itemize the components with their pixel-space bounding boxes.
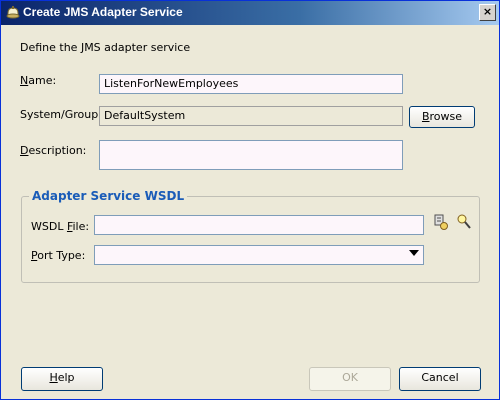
chevron-down-icon xyxy=(409,250,419,256)
name-input[interactable]: ListenForNewEmployees xyxy=(99,74,403,94)
name-label: Name: xyxy=(20,74,57,87)
service-registry-icon[interactable] xyxy=(433,213,449,230)
ok-button[interactable]: OK xyxy=(309,367,391,391)
help-button[interactable]: Help xyxy=(21,367,103,391)
wsdl-file-label: WSDL File: xyxy=(31,220,90,233)
dialog-window: Create JMS Adapter Service × Define the … xyxy=(0,0,500,400)
find-wsdl-icon[interactable] xyxy=(456,213,472,229)
close-button[interactable]: × xyxy=(479,4,496,21)
intro-text: Define the JMS adapter service xyxy=(20,41,191,54)
cancel-button[interactable]: Cancel xyxy=(399,367,481,391)
port-type-select[interactable] xyxy=(94,245,424,265)
description-input[interactable] xyxy=(99,140,403,170)
wsdl-group-title: Adapter Service WSDL xyxy=(29,189,188,203)
description-label: Description: xyxy=(20,144,87,157)
system-group-label: System/Group: xyxy=(20,108,102,121)
browse-button[interactable]: Browse xyxy=(409,106,475,128)
window-title: Create JMS Adapter Service xyxy=(23,5,183,19)
system-group-input[interactable]: DefaultSystem xyxy=(99,106,403,126)
title-bar[interactable]: Create JMS Adapter Service × xyxy=(1,1,499,25)
wsdl-group-box xyxy=(21,196,480,283)
wsdl-file-input[interactable] xyxy=(94,215,424,235)
app-icon xyxy=(5,5,21,21)
port-type-label: Port Type: xyxy=(31,249,86,262)
